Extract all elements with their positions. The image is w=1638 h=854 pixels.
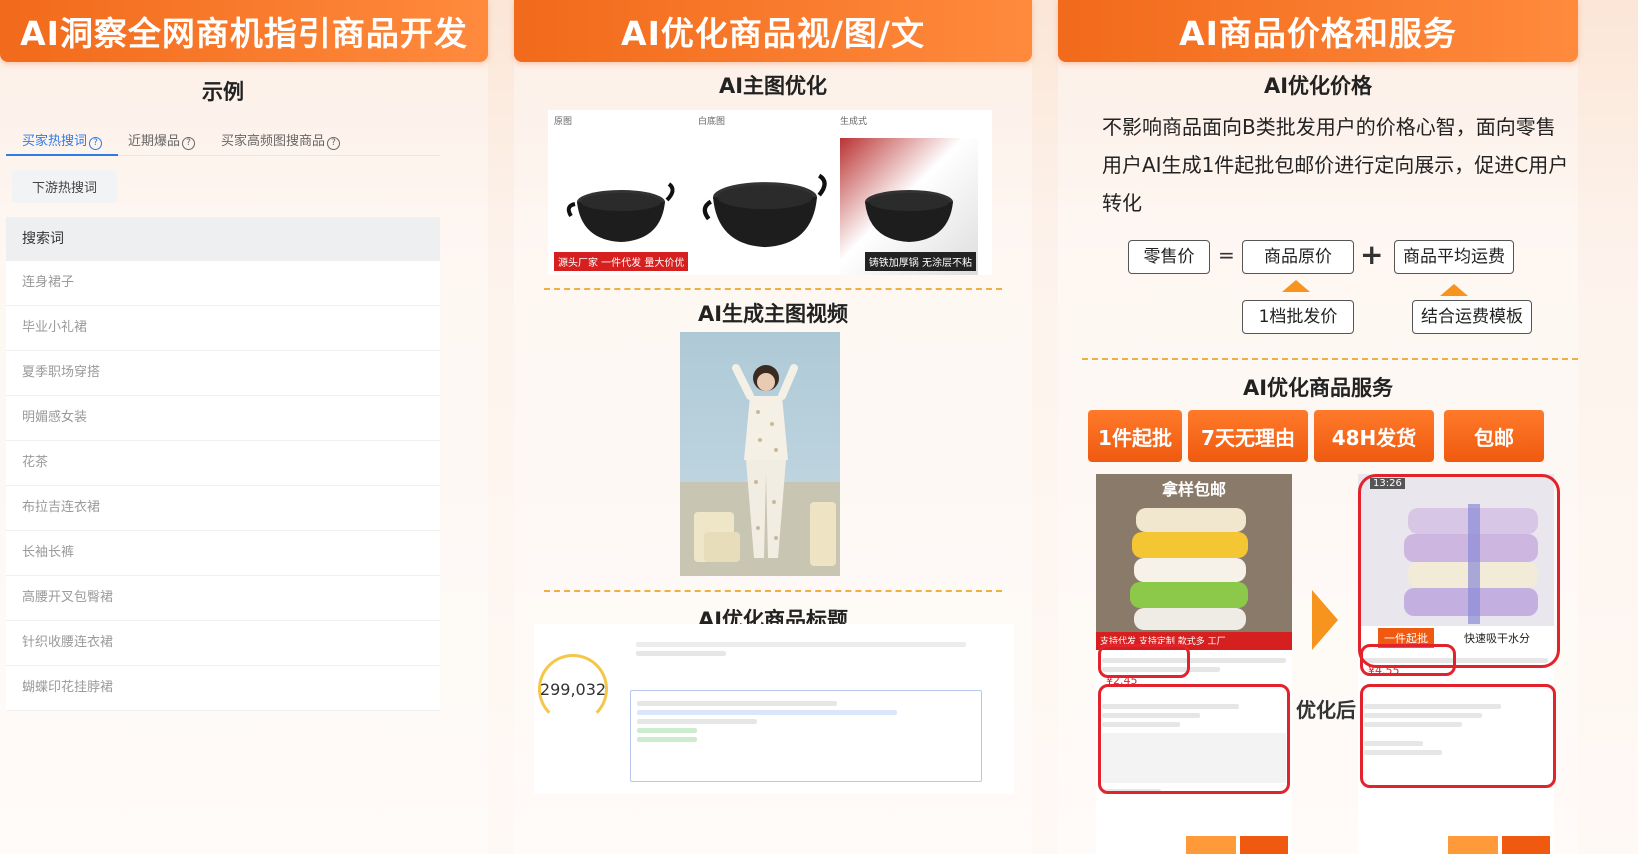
table-header: 搜索词 — [6, 217, 440, 261]
main-image-title: AI主图优化 — [718, 74, 828, 98]
tab-image-search[interactable]: 买家高频图搜商品? — [221, 130, 341, 155]
highlight-price-after — [1360, 644, 1456, 676]
video-title: AI生成主图视频 — [697, 302, 849, 326]
table-row[interactable]: 针织收腰连衣裙 — [6, 621, 440, 666]
price-description: 不影响商品面向B类批发用户的价格心智，面向零售用户AI生成1件起批包邮价进行定向… — [1102, 115, 1569, 215]
keyword-chips — [630, 638, 990, 660]
pan-icon — [865, 189, 953, 242]
table-row[interactable]: 高腰开叉包臀裙 — [6, 576, 440, 621]
retail-price-box: 零售价 — [1128, 240, 1210, 274]
divider — [544, 590, 1002, 592]
table-row[interactable]: 连身裙子 — [6, 261, 440, 306]
tier-price-box: 1档批发价 — [1242, 300, 1354, 334]
table-row[interactable]: 毕业小礼裙 — [6, 306, 440, 351]
tab-label: 买家热搜词 — [22, 134, 88, 149]
promo-badge: 铸铁加厚锅 无涂层不粘 — [864, 252, 976, 271]
page: AI洞察全网商机指引商品开发 示例 买家热搜词? 近期爆品? 买家高频图搜商品?… — [0, 0, 1638, 854]
tab-recent-hits[interactable]: 近期爆品? — [128, 130, 196, 155]
example-title: 示例 — [202, 80, 244, 104]
divider — [1082, 358, 1578, 360]
arrow-up-icon — [1282, 280, 1310, 292]
score-value: 299,032 — [539, 679, 607, 699]
discovery-header: AI洞察全网商机指引商品开发 — [0, 0, 488, 62]
price-title: AI优化价格 — [1263, 74, 1373, 98]
table-row[interactable]: 花茶 — [6, 441, 440, 486]
pan-label: 生成式 — [840, 117, 868, 127]
original-price-box: 商品原价 — [1242, 240, 1354, 274]
table-row[interactable]: 夏季职场穿搭 — [6, 351, 440, 396]
keyword-example: 示例 买家热搜词? 近期爆品? 买家高频图搜商品? 下游热搜词 搜索词 连身裙子… — [5, 70, 440, 711]
model-figure-icon — [680, 364, 840, 576]
arrow-up-icon — [1440, 284, 1468, 296]
product-video[interactable] — [680, 332, 840, 576]
service-badge-return: 7天无理由 — [1188, 410, 1308, 462]
table-row[interactable]: 布拉吉连衣裙 — [6, 486, 440, 531]
highlight-image-after — [1358, 474, 1560, 668]
table-row[interactable]: 长袖长裤 — [6, 531, 440, 576]
arrow-right-icon — [1312, 590, 1338, 650]
service-badge-shipping: 48H发货 — [1314, 410, 1434, 462]
service-title: AI优化商品服务 — [1242, 376, 1394, 400]
after-label: 优化后 — [1296, 698, 1356, 722]
media-panel: AI优化商品视/图/文 AI主图优化 原图 白底图 生成式 源头厂家 一件代发 … — [514, 0, 1032, 854]
tab-label: 近期爆品 — [128, 134, 181, 149]
keyword-tabs: 买家热搜词? 近期爆品? 买家高频图搜商品? — [5, 118, 440, 156]
help-icon: ? — [327, 137, 341, 150]
discovery-panel: AI洞察全网商机指引商品开发 示例 买家热搜词? 近期爆品? 买家高频图搜商品?… — [0, 0, 488, 854]
main-image-comparison: 原图 白底图 生成式 源头厂家 一件代发 量大价优 铸铁加厚锅 无涂层不粘 — [548, 110, 992, 275]
service-badge-free: 包邮 — [1444, 410, 1544, 462]
table-row[interactable]: 蝴蝶印花挂脖裙 — [6, 666, 440, 711]
highlight-services-after — [1360, 684, 1556, 788]
pan-label: 原图 — [554, 117, 573, 127]
help-icon: ? — [182, 137, 196, 150]
equals-sign: = — [1218, 243, 1235, 267]
tab-buyer-hot-search[interactable]: 买家热搜词? — [5, 130, 119, 156]
table-row[interactable]: 明媚感女装 — [6, 396, 440, 441]
sample-banner: 拿样包邮 — [1161, 480, 1226, 499]
pan-icon — [566, 181, 675, 242]
pan-icon — [702, 173, 827, 247]
plus-sign: + — [1360, 238, 1384, 271]
downstream-keywords-chip[interactable]: 下游热搜词 — [12, 170, 118, 203]
tab-label: 买家高频图搜商品 — [221, 134, 326, 149]
title-optimizer-ui: 299,032 — [534, 624, 1014, 794]
score-gauge: 299,032 — [538, 654, 608, 724]
pricing-header: AI商品价格和服务 — [1058, 0, 1578, 62]
divider — [544, 288, 1002, 290]
title-editor[interactable] — [630, 690, 982, 782]
shipping-template-box: 结合运费模板 — [1412, 300, 1532, 334]
pricing-panel: AI商品价格和服务 AI优化价格 不影响商品面向B类批发用户的价格心智，面向零售… — [1058, 0, 1578, 854]
promo-badge: 源头厂家 一件代发 量大价优 — [554, 252, 689, 271]
media-header: AI优化商品视/图/文 — [514, 0, 1032, 62]
pan-image-original: 源头厂家 一件代发 量大价优 — [552, 138, 690, 275]
avg-shipping-box: 商品平均运费 — [1394, 240, 1514, 274]
towel-stack-icon — [1096, 474, 1292, 650]
service-badge-single: 1件起批 — [1088, 410, 1182, 462]
help-icon: ? — [89, 137, 103, 150]
highlight-services-before — [1098, 684, 1290, 794]
highlight-price-before — [1098, 644, 1190, 678]
pan-image-white — [696, 138, 834, 275]
pan-image-generated: 铸铁加厚锅 无涂层不粘 — [840, 138, 978, 275]
keyword-table: 搜索词 连身裙子 毕业小礼裙 夏季职场穿搭 明媚感女装 花茶 布拉吉连衣裙 长袖长裤 高腰开叉… — [6, 217, 440, 711]
pan-label: 白底图 — [698, 117, 726, 127]
